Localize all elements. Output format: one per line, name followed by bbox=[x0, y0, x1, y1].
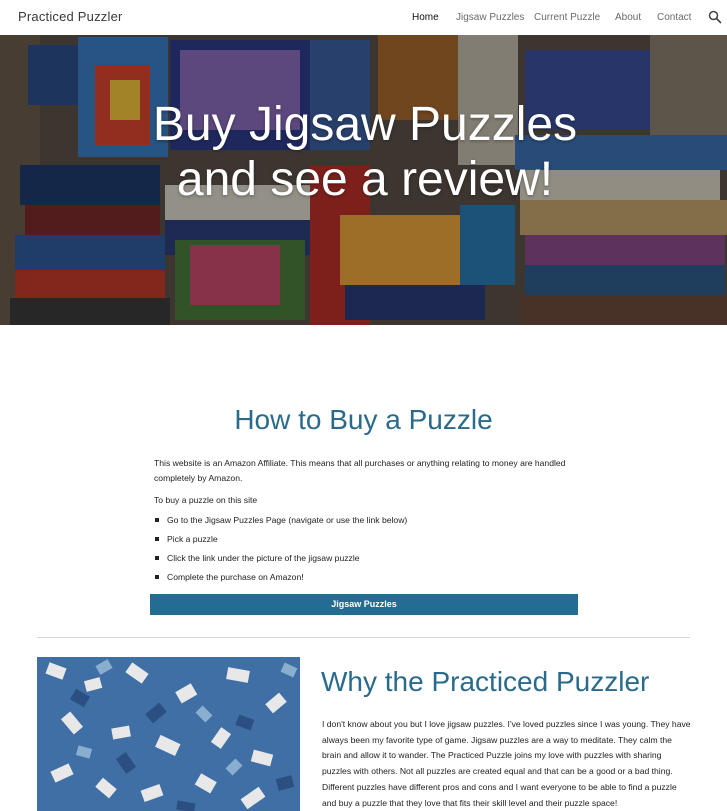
list-item: Go to the Jigsaw Puzzles Page (navigate … bbox=[154, 511, 584, 530]
list-item: Click the link under the picture of the … bbox=[154, 549, 584, 568]
puzzle-pieces-photo bbox=[37, 657, 300, 811]
puzzle-pieces-graphic bbox=[37, 657, 300, 811]
list-item: Complete the purchase on Amazon! bbox=[154, 568, 584, 587]
nav-home[interactable]: Home bbox=[412, 12, 439, 23]
how-to-buy-heading: How to Buy a Puzzle bbox=[234, 404, 493, 435]
nav-about[interactable]: About bbox=[615, 12, 641, 23]
hero-title: Buy Jigsaw Puzzles and see a review! bbox=[152, 98, 578, 206]
nav-current-puzzle[interactable]: Current Puzzle bbox=[534, 12, 600, 23]
why-body-text: I don't know about you but I love jigsaw… bbox=[322, 719, 691, 808]
how-to-buy-subheading: To buy a puzzle on this site bbox=[154, 495, 258, 505]
buy-steps-list: Go to the Jigsaw Puzzles Page (navigate … bbox=[154, 511, 584, 587]
nav-contact[interactable]: Contact bbox=[657, 12, 691, 23]
hero-banner: Buy Jigsaw Puzzles and see a review! bbox=[0, 35, 727, 325]
top-bar: Practiced Puzzler Home Jigsaw Puzzles Cu… bbox=[0, 0, 727, 35]
why-practiced-puzzler-heading: Why the Practiced Puzzler bbox=[321, 666, 650, 697]
section-divider bbox=[37, 637, 690, 638]
main-nav: Home Jigsaw Puzzles Current Puzzle About… bbox=[0, 12, 727, 26]
affiliate-intro-text: This website is an Amazon Affiliate. Thi… bbox=[154, 458, 566, 483]
list-item: Pick a puzzle bbox=[154, 530, 584, 549]
nav-jigsaw-puzzles[interactable]: Jigsaw Puzzles bbox=[456, 12, 524, 23]
search-icon[interactable] bbox=[708, 10, 722, 24]
jigsaw-puzzles-button[interactable]: Jigsaw Puzzles bbox=[150, 594, 578, 615]
